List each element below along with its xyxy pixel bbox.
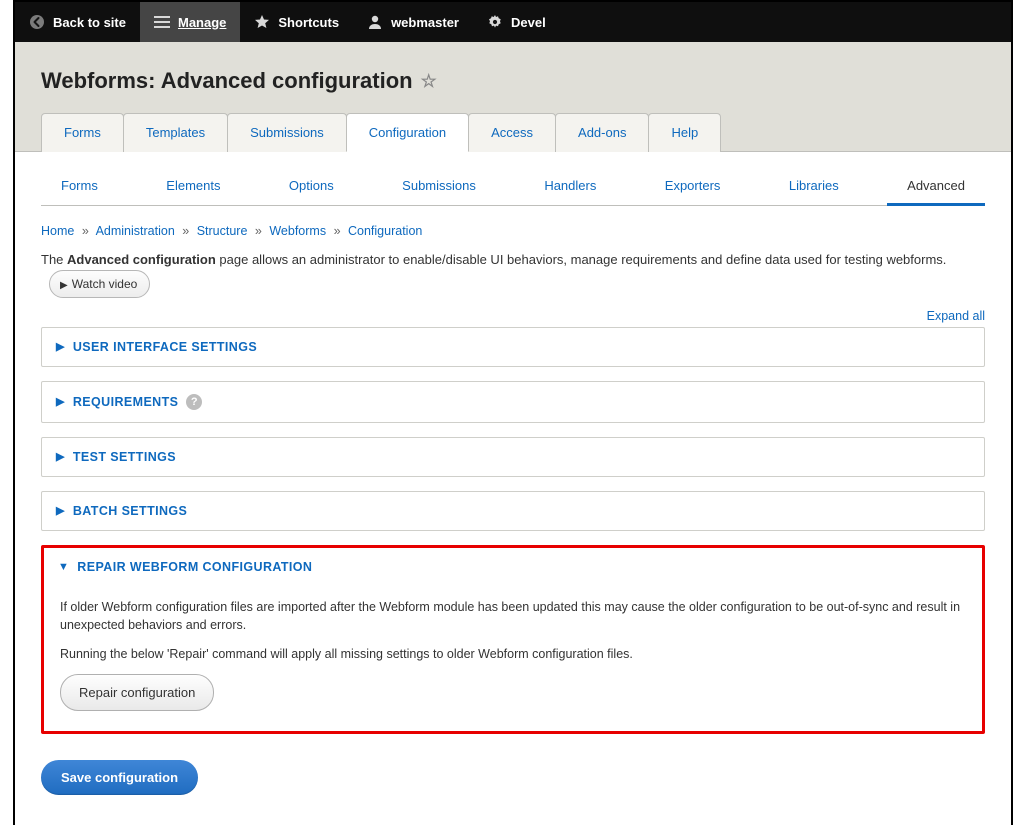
tab-submissions[interactable]: Submissions (227, 113, 347, 152)
subtab-options[interactable]: Options (269, 170, 354, 206)
help-icon[interactable]: ? (186, 394, 202, 410)
breadcrumb-sep: » (78, 224, 93, 238)
content: Forms Elements Options Submissions Handl… (15, 151, 1011, 825)
admin-toolbar: Back to site Manage Shortcuts webmaster … (15, 2, 1011, 42)
subtab-submissions[interactable]: Submissions (382, 170, 496, 206)
tab-addons[interactable]: Add-ons (555, 113, 649, 152)
tab-templates[interactable]: Templates (123, 113, 228, 152)
panel-requirements: ▶ REQUIREMENTS ? (41, 381, 985, 423)
subtab-exporters[interactable]: Exporters (645, 170, 741, 206)
subtab-handlers[interactable]: Handlers (524, 170, 616, 206)
page-header: Webforms: Advanced configuration ☆ Forms… (15, 42, 1011, 151)
panel-repair-configuration: ▼ REPAIR WEBFORM CONFIGURATION If older … (41, 545, 985, 735)
primary-tabs: Forms Templates Submissions Configuratio… (41, 112, 985, 151)
panel-requirements-title: REQUIREMENTS (73, 395, 179, 409)
subtab-elements[interactable]: Elements (146, 170, 240, 206)
page-title-text: Webforms: Advanced configuration (41, 68, 413, 94)
panel-ui-settings-summary[interactable]: ▶ USER INTERFACE SETTINGS (42, 328, 984, 366)
panel-ui-settings-title: USER INTERFACE SETTINGS (73, 340, 257, 354)
toolbar-back-to-site[interactable]: Back to site (15, 2, 140, 42)
subtab-libraries[interactable]: Libraries (769, 170, 859, 206)
subtab-forms[interactable]: Forms (41, 170, 118, 206)
panel-test-settings: ▶ TEST SETTINGS (41, 437, 985, 477)
tab-help[interactable]: Help (648, 113, 721, 152)
caret-down-icon: ▼ (58, 561, 69, 573)
intro-prefix: The (41, 252, 67, 267)
panel-requirements-summary[interactable]: ▶ REQUIREMENTS ? (42, 382, 984, 422)
caret-right-icon: ▶ (56, 340, 65, 353)
toolbar-user[interactable]: webmaster (353, 2, 473, 42)
toolbar-manage[interactable]: Manage (140, 2, 240, 42)
panel-batch-settings-summary[interactable]: ▶ BATCH SETTINGS (42, 492, 984, 530)
toolbar-user-label: webmaster (391, 15, 459, 30)
caret-right-icon: ▶ (56, 450, 65, 463)
toolbar-shortcuts-label: Shortcuts (278, 15, 339, 30)
panel-repair-title: REPAIR WEBFORM CONFIGURATION (77, 560, 312, 574)
repair-paragraph-2: Running the below 'Repair' command will … (60, 645, 966, 664)
watch-video-label: Watch video (72, 277, 138, 291)
watch-video-button[interactable]: ▶ Watch video (49, 270, 150, 298)
breadcrumb-sep: » (251, 224, 266, 238)
gear-icon (487, 14, 503, 30)
panel-test-settings-summary[interactable]: ▶ TEST SETTINGS (42, 438, 984, 476)
intro-bold: Advanced configuration (67, 252, 216, 267)
play-icon: ▶ (60, 280, 68, 291)
toolbar-back-label: Back to site (53, 15, 126, 30)
panel-batch-settings: ▶ BATCH SETTINGS (41, 491, 985, 531)
expand-row: Expand all (41, 308, 985, 323)
repair-configuration-button[interactable]: Repair configuration (60, 674, 214, 712)
caret-right-icon: ▶ (56, 504, 65, 517)
caret-right-icon: ▶ (56, 395, 65, 408)
toolbar-shortcuts[interactable]: Shortcuts (240, 2, 353, 42)
tab-configuration[interactable]: Configuration (346, 113, 469, 152)
toolbar-devel-label: Devel (511, 15, 546, 30)
panel-batch-settings-title: BATCH SETTINGS (73, 504, 187, 518)
user-icon (367, 14, 383, 30)
favorite-star-icon[interactable]: ☆ (421, 71, 437, 92)
breadcrumb: Home » Administration » Structure » Webf… (41, 224, 985, 238)
save-configuration-button[interactable]: Save configuration (41, 760, 198, 795)
repair-paragraph-1: If older Webform configuration files are… (60, 598, 966, 636)
breadcrumb-home[interactable]: Home (41, 224, 74, 238)
panel-repair-summary[interactable]: ▼ REPAIR WEBFORM CONFIGURATION (44, 548, 982, 586)
panel-repair-body: If older Webform configuration files are… (44, 586, 982, 726)
panel-test-settings-title: TEST SETTINGS (73, 450, 176, 464)
breadcrumb-configuration[interactable]: Configuration (348, 224, 422, 238)
breadcrumb-webforms[interactable]: Webforms (269, 224, 326, 238)
tab-access[interactable]: Access (468, 113, 556, 152)
subtab-advanced[interactable]: Advanced (887, 170, 985, 206)
app-frame: Back to site Manage Shortcuts webmaster … (13, 0, 1013, 825)
star-icon (254, 14, 270, 30)
toolbar-manage-label: Manage (178, 15, 226, 30)
toolbar-devel[interactable]: Devel (473, 2, 560, 42)
expand-all-link[interactable]: Expand all (927, 309, 985, 323)
tab-forms[interactable]: Forms (41, 113, 124, 152)
intro-suffix: page allows an administrator to enable/d… (216, 252, 947, 267)
hamburger-icon (154, 15, 170, 29)
breadcrumb-administration[interactable]: Administration (96, 224, 175, 238)
secondary-tabs: Forms Elements Options Submissions Handl… (41, 152, 985, 206)
breadcrumb-sep: » (178, 224, 193, 238)
intro-text: The Advanced configuration page allows a… (41, 250, 985, 298)
breadcrumb-sep: » (330, 224, 345, 238)
page-title: Webforms: Advanced configuration ☆ (41, 68, 985, 94)
breadcrumb-structure[interactable]: Structure (197, 224, 248, 238)
panel-ui-settings: ▶ USER INTERFACE SETTINGS (41, 327, 985, 367)
back-icon (29, 14, 45, 30)
